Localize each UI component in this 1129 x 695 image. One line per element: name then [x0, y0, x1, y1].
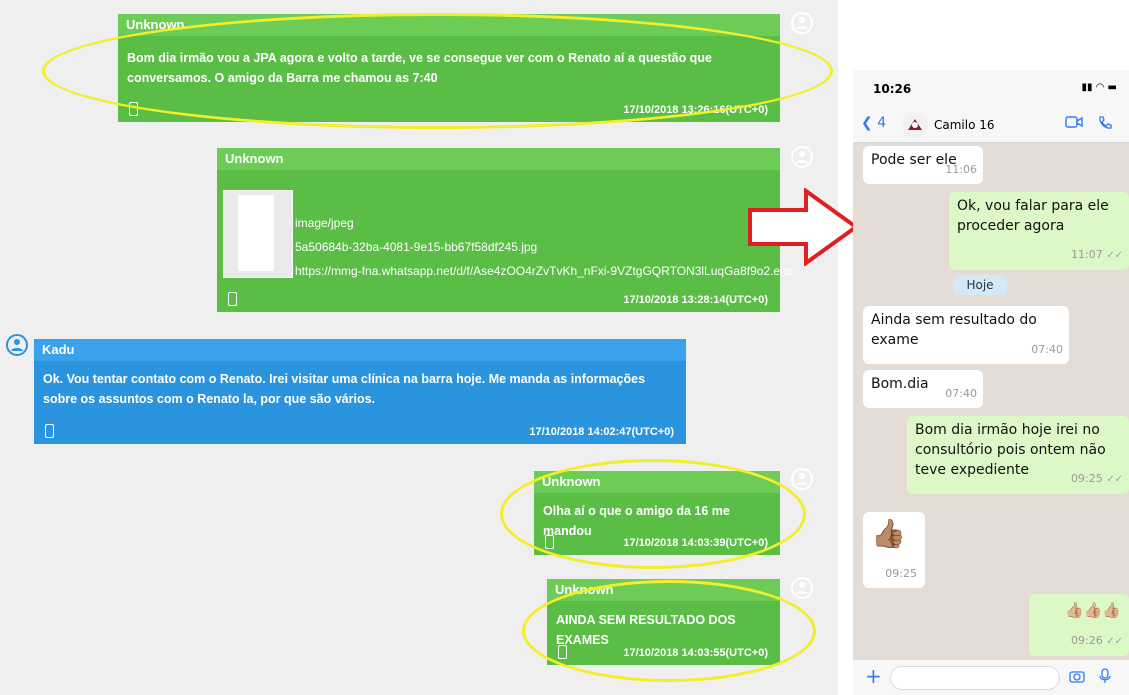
user-avatar-icon — [6, 334, 28, 356]
day-divider: Hoje — [953, 275, 1007, 295]
image-thumbnail[interactable] — [223, 190, 293, 278]
attachment-type: image/jpeg — [295, 216, 354, 230]
chat-time: 11:06 — [945, 163, 977, 176]
chat-name[interactable]: Camilo 16 — [934, 118, 995, 132]
chat-time: 11:07 — [1071, 248, 1103, 261]
arrow-icon — [748, 188, 860, 266]
chat-message-in: Pode ser ele 11:06 — [863, 146, 983, 184]
double-check-icon: ✓✓ — [1106, 636, 1123, 647]
attachment-filename: 5a50684b-32ba-4081-9e15-bb67f58df245.jpg — [295, 240, 538, 254]
chat-text: Ainda sem resultado do exame — [871, 312, 1037, 348]
phone-icon — [45, 424, 54, 438]
highlight-ellipse — [500, 459, 806, 569]
status-time: 10:26 — [873, 82, 912, 96]
message-timestamp: 17/10/2018 14:02:47(UTC+0) — [529, 426, 674, 438]
chat-time: 07:40 — [1031, 343, 1063, 356]
video-call-icon[interactable] — [1065, 115, 1083, 132]
chat-message-out: Ok, vou falar para ele proceder agora 11… — [949, 192, 1129, 270]
back-count: 4 — [877, 115, 887, 131]
chat-time: 09:26 — [1071, 634, 1103, 647]
message-bubble-attachment: Unknown image/jpeg 5a50684b-32ba-4081-9e… — [217, 148, 793, 312]
sender-name: Kadu — [34, 339, 686, 361]
double-check-icon: ✓✓ — [1106, 474, 1123, 485]
chat-text: Bom.dia — [871, 376, 929, 392]
attachment-url[interactable]: https://mmg-fna.whatsapp.net/d/f/Ase4zOO… — [295, 264, 793, 278]
camera-icon[interactable] — [1069, 669, 1085, 686]
chat-message-in: 👍🏽 09:25 — [863, 512, 925, 588]
thumbs-up-emojis: 👍🏼👍🏼👍🏼 — [1064, 601, 1121, 619]
chat-time: 09:25 — [885, 567, 917, 580]
signal-battery-icon: ▮▮ ◠ ▬ — [1081, 82, 1117, 93]
highlight-ellipse — [522, 580, 816, 682]
plus-icon[interactable]: + — [865, 664, 882, 688]
chat-text: Pode ser ele — [871, 152, 957, 168]
user-avatar-icon — [791, 146, 813, 168]
message-text: Ok. Vou tentar contato com o Renato. Ire… — [43, 372, 646, 406]
forensic-chat-panel: Unknown Bom dia irmão vou a JPA agora e … — [0, 0, 838, 695]
user-avatar-icon — [791, 468, 813, 490]
sender-name: Unknown — [217, 148, 780, 170]
chat-message-out: Bom dia irmão hoje irei no consultório p… — [907, 416, 1129, 494]
user-avatar-icon — [791, 12, 813, 34]
double-check-icon: ✓✓ — [1106, 250, 1123, 261]
chat-message-in: Bom.dia 07:40 — [863, 370, 983, 408]
phone-icon — [228, 292, 237, 306]
status-bar: 10:26 ▮▮ ◠ ▬ — [853, 70, 1129, 108]
microphone-icon[interactable] — [1099, 668, 1111, 687]
whatsapp-phone-screen: 10:26 ▮▮ ◠ ▬ ❮ 4 Camilo 16 Pode ser ele … — [853, 70, 1129, 695]
chat-message-in: Ainda sem resultado do exame 07:40 — [863, 306, 1069, 364]
highlight-ellipse — [42, 13, 833, 129]
message-bubble: Kadu Ok. Vou tentar contato com o Renato… — [34, 339, 686, 444]
chat-time: 07:40 — [945, 387, 977, 400]
back-button[interactable]: ❮ 4 — [861, 115, 886, 131]
group-avatar[interactable] — [902, 112, 928, 138]
message-timestamp: 17/10/2018 13:28:14(UTC+0) — [623, 294, 768, 306]
thumbs-up-emoji: 👍🏽 — [871, 517, 906, 550]
chat-text: Ok, vou falar para ele proceder agora — [957, 198, 1109, 234]
chat-header: ❮ 4 Camilo 16 — [853, 108, 1129, 143]
chat-time: 09:25 — [1071, 472, 1103, 485]
message-input[interactable] — [890, 666, 1060, 690]
composer-bar: + — [853, 660, 1129, 695]
user-avatar-icon — [791, 577, 813, 599]
phone-call-icon[interactable] — [1097, 115, 1113, 134]
chat-message-out: 👍🏼👍🏼👍🏼 09:26 ✓✓ — [1029, 594, 1129, 656]
